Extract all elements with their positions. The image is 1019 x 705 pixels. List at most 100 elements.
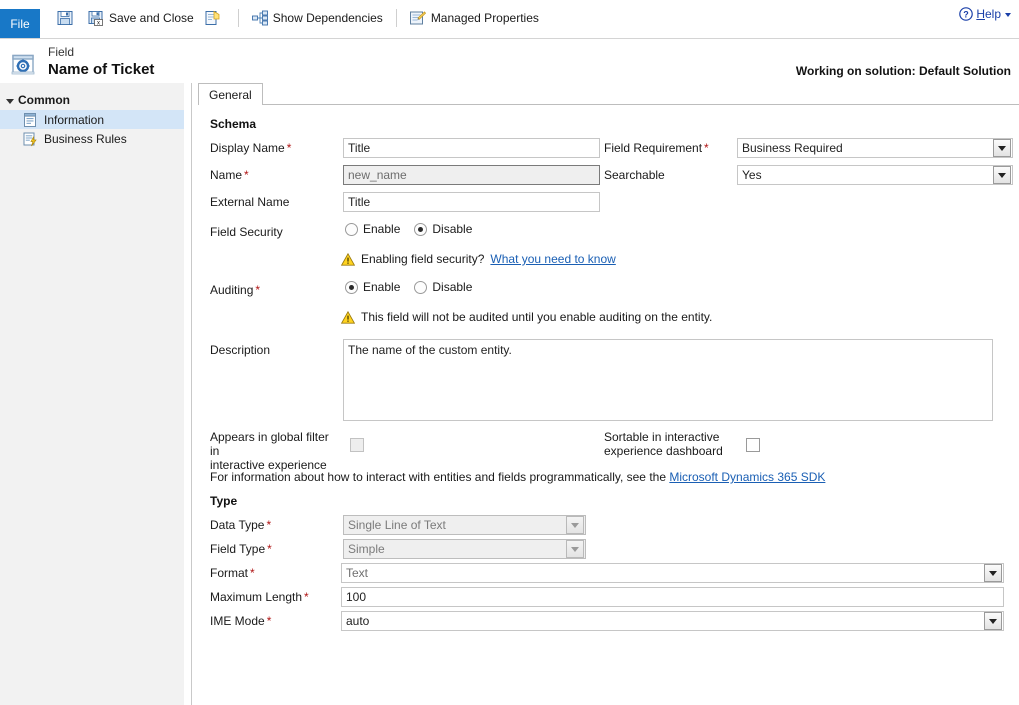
ime-mode-value: auto <box>346 614 370 628</box>
type-section-title: Type <box>210 494 238 508</box>
auditing-disable-option[interactable]: Disable <box>414 280 472 294</box>
ime-mode-select[interactable]: auto <box>341 611 1004 631</box>
tab-general-label: General <box>209 87 252 102</box>
chevron-down-icon[interactable] <box>984 612 1002 630</box>
radio-button-selected[interactable] <box>414 222 428 236</box>
required-asterisk: * <box>286 141 292 155</box>
field-requirement-select[interactable]: Business Required <box>737 138 1013 158</box>
new-button[interactable] <box>199 6 230 30</box>
dynamics-365-sdk-link[interactable]: Microsoft Dynamics 365 SDK <box>669 470 825 484</box>
required-asterisk: * <box>255 283 261 297</box>
auditing-enable-option[interactable]: Enable <box>345 280 400 294</box>
row-name: Name* Searchable Yes <box>198 164 1019 191</box>
radio-button-selected[interactable] <box>345 280 358 294</box>
sidebar-item-information[interactable]: Information <box>0 110 184 129</box>
chevron-down-icon[interactable] <box>984 564 1002 582</box>
searchable-select[interactable]: Yes <box>737 165 1013 185</box>
help-button[interactable]: ? Help <box>959 7 1011 21</box>
schema-section-title: Schema <box>210 117 257 131</box>
chevron-down-icon[interactable] <box>566 540 584 558</box>
save-and-close-button[interactable]: x Save and Close <box>83 6 199 30</box>
toolbar-separator-1 <box>237 8 239 27</box>
required-asterisk: * <box>266 614 272 628</box>
maximum-length-label: Maximum Length * <box>210 590 309 604</box>
sortable-label-line2: experience dashboard <box>604 444 723 458</box>
row-interactive-options: Appears in global filter in interactive … <box>198 430 1019 472</box>
field-security-warning: Enabling field security? What you need t… <box>340 252 616 266</box>
chevron-down-icon[interactable] <box>566 516 584 534</box>
file-menu-label: File <box>10 16 30 31</box>
page-subtitle: Field <box>48 45 75 59</box>
field-requirement-label: Field Requirement * <box>604 141 709 155</box>
chevron-down-icon[interactable] <box>993 139 1011 157</box>
radio-button[interactable] <box>414 280 428 294</box>
format-select[interactable]: Text <box>341 563 1004 583</box>
name-input[interactable] <box>343 165 600 185</box>
field-type-select[interactable]: Simple <box>343 539 586 559</box>
sidebar-item-business-rules-label: Business Rules <box>44 131 127 146</box>
field-security-enable-option[interactable]: Enable <box>345 222 400 236</box>
required-asterisk: * <box>304 590 309 604</box>
format-value: Text <box>346 566 369 580</box>
warning-icon <box>340 310 356 324</box>
field-security-enable-label: Enable <box>363 222 401 236</box>
external-name-input[interactable] <box>343 192 600 212</box>
global-filter-checkbox <box>350 438 364 452</box>
command-bar: x Save and Close Show Dependencies Manag… <box>40 3 544 32</box>
chevron-down-icon[interactable] <box>993 166 1011 184</box>
save-and-close-label: Save and Close <box>109 10 194 25</box>
row-field-security-warning: Enabling field security? What you need t… <box>198 250 1019 278</box>
managed-properties-label: Managed Properties <box>430 10 539 25</box>
field-security-label: Field Security <box>210 225 283 239</box>
row-format: Format * Text <box>198 562 1019 586</box>
data-type-select[interactable]: Single Line of Text <box>343 515 586 535</box>
sidebar-group-common[interactable]: Common <box>0 91 184 110</box>
auditing-radio-group: Enable Disable <box>345 280 472 294</box>
row-auditing-warning: This field will not be audited until you… <box>198 308 1019 338</box>
information-icon <box>22 112 38 128</box>
new-document-icon <box>204 10 220 26</box>
searchable-label: Searchable <box>604 168 665 182</box>
row-external-name: External Name <box>198 191 1019 220</box>
field-security-radio-group: Enable Disable <box>345 222 472 236</box>
field-type-value: Simple <box>348 542 385 556</box>
maximum-length-input[interactable] <box>341 587 1004 607</box>
field-security-disable-option[interactable]: Disable <box>414 222 472 236</box>
main-content: General Schema Display Name* Field Requi… <box>192 83 1019 705</box>
ime-mode-label: IME Mode * <box>210 614 272 628</box>
row-field-security: Field Security Enable Disable <box>198 220 1019 250</box>
file-menu-tab[interactable]: File <box>0 9 40 38</box>
managed-properties-button[interactable]: Managed Properties <box>405 6 544 30</box>
tab-general[interactable]: General <box>198 83 263 106</box>
external-name-label: External Name <box>210 195 290 209</box>
triangle-down-icon <box>6 98 14 104</box>
help-icon: ? <box>959 7 974 21</box>
sortable-checkbox[interactable] <box>746 438 760 452</box>
page-body: Common Information Business Rules Genera… <box>0 83 1019 705</box>
searchable-value: Yes <box>742 168 762 182</box>
global-filter-label-line1: Appears in global filter in <box>210 430 329 458</box>
required-asterisk: * <box>267 542 272 556</box>
field-requirement-value: Business Required <box>742 141 843 155</box>
toolbar-separator-2 <box>395 8 397 27</box>
auditing-warning: This field will not be audited until you… <box>340 310 712 324</box>
row-sdk-note: For information about how to interact wi… <box>198 466 1019 492</box>
sidebar-item-business-rules[interactable]: Business Rules <box>0 129 184 148</box>
sortable-label-line1: Sortable in interactive <box>604 430 720 444</box>
radio-button[interactable] <box>345 222 358 236</box>
row-display-name: Display Name* Field Requirement* Busines… <box>198 137 1019 164</box>
what-you-need-to-know-link[interactable]: What you need to know <box>490 252 615 266</box>
save-button[interactable] <box>52 6 83 30</box>
sidebar-group-label: Common <box>18 93 70 107</box>
description-textarea[interactable]: The name of the custom entity. <box>343 339 993 421</box>
format-label: Format * <box>210 566 255 580</box>
business-rules-icon <box>22 131 38 147</box>
field-properties-form: Schema Display Name* Field Requirement* … <box>198 105 1019 634</box>
ribbon-toolbar: File x Save and Close Show Dependencies … <box>0 0 1019 39</box>
save-and-close-icon: x <box>88 10 104 26</box>
row-maximum-length: Maximum Length * <box>198 586 1019 610</box>
show-dependencies-button[interactable]: Show Dependencies <box>247 6 388 30</box>
display-name-input[interactable] <box>343 138 600 158</box>
managed-properties-icon <box>409 10 426 26</box>
page-header: Field Name of Ticket Working on solution… <box>0 39 1019 83</box>
